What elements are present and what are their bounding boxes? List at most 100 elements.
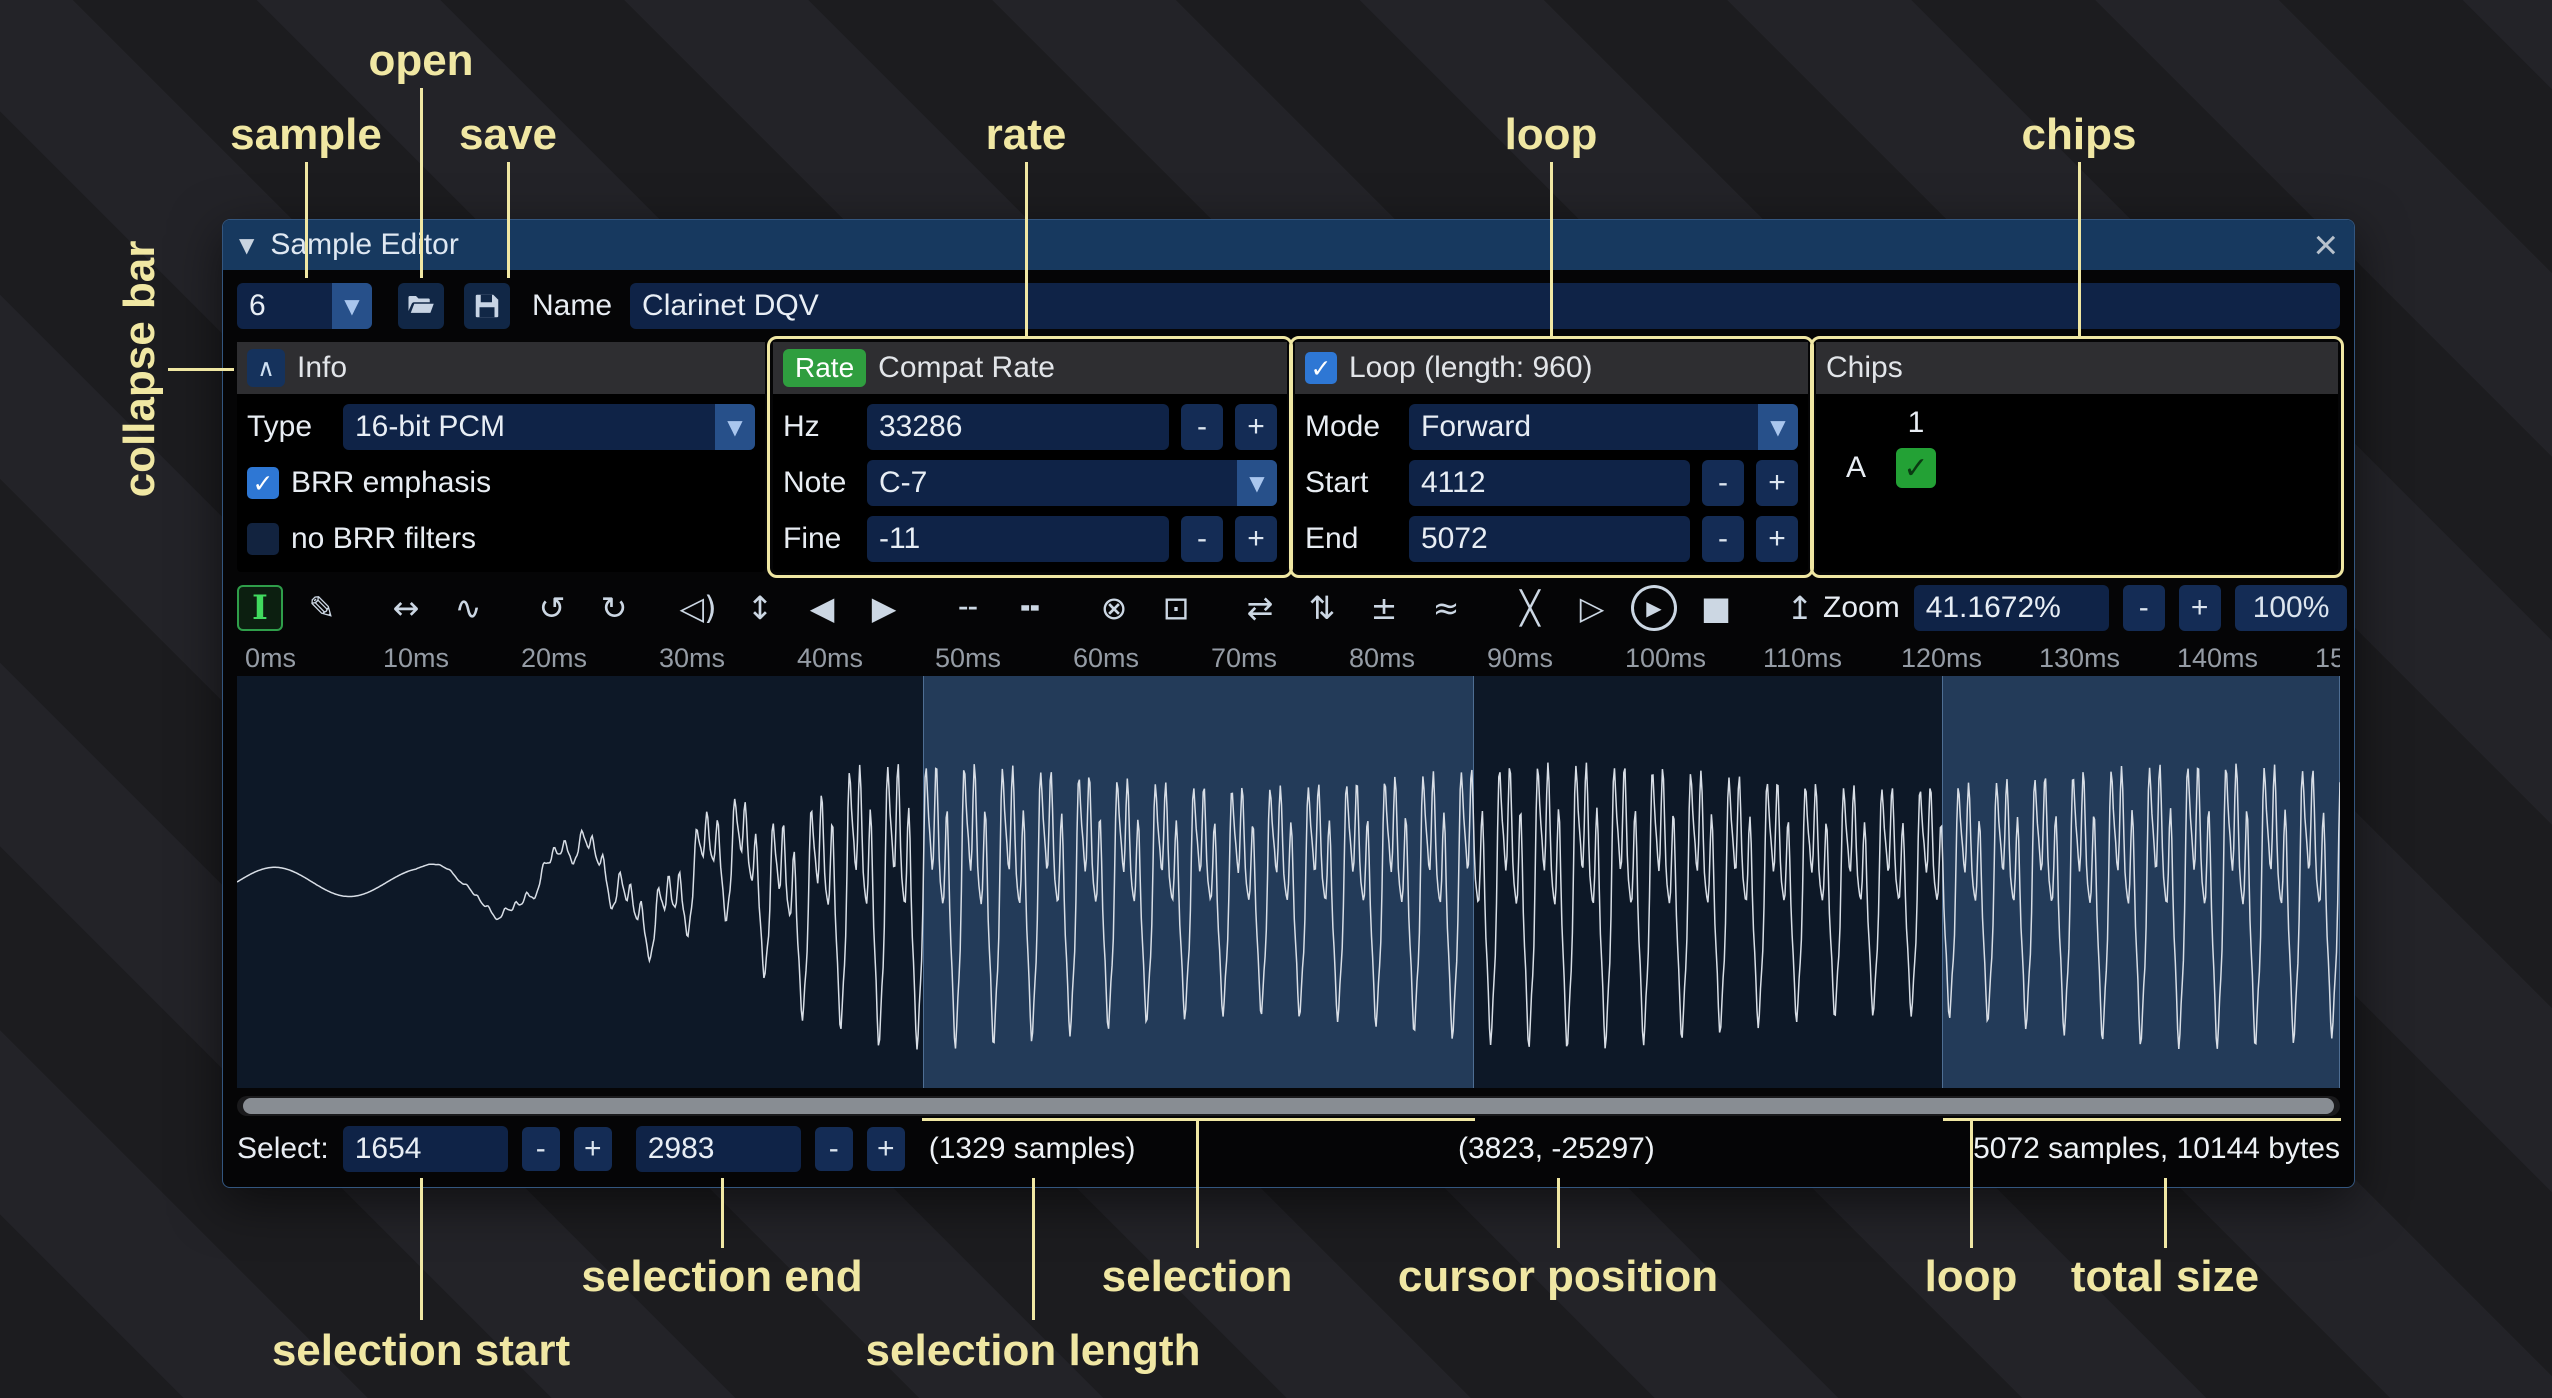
annotation-loop-bottom: loop	[1925, 1252, 2018, 1302]
toolbar-icons: I ✎ ↔ ∿ ↺ ↻ ◁) ↕ ◀ ▶	[237, 585, 1823, 631]
loop-start-minus-button[interactable]: -	[1702, 460, 1744, 506]
rate-tag: Rate	[783, 349, 866, 387]
brr-emphasis-checkbox[interactable]	[247, 467, 279, 499]
fine-minus-button[interactable]: -	[1181, 516, 1223, 562]
filter-button[interactable]: ≈	[1423, 585, 1469, 631]
insert-silence-button[interactable]: ╌	[945, 585, 991, 631]
zoom-reset-button[interactable]: 100%	[2235, 585, 2348, 631]
checkbox-row[interactable]: no BRR filters	[247, 514, 755, 564]
save-button[interactable]	[464, 283, 510, 329]
delete-button[interactable]: ⊗	[1091, 585, 1137, 631]
loop-end-plus-button[interactable]: +	[1756, 516, 1798, 562]
window-collapse-icon[interactable]: ▼	[239, 233, 254, 257]
loop-start-plus-button[interactable]: +	[1756, 460, 1798, 506]
chevron-down-icon[interactable]: ▼	[715, 404, 755, 450]
close-icon[interactable]: ×	[2313, 224, 2338, 266]
annotation-open: open	[368, 36, 473, 86]
hz-minus-button[interactable]: -	[1181, 404, 1223, 450]
apply-silence-button[interactable]: ╍	[1007, 585, 1053, 631]
selection-end-minus-button[interactable]: -	[815, 1127, 853, 1171]
selection-end-input[interactable]	[636, 1126, 801, 1172]
fade-in-button[interactable]: ◀	[799, 585, 845, 631]
selection-start-minus-button[interactable]: -	[522, 1127, 560, 1171]
annotation-line-rate	[1025, 162, 1028, 338]
checkbox-row[interactable]: BRR emphasis	[247, 458, 755, 508]
annotation-line-selection-start	[420, 1178, 423, 1320]
fine-label: Fine	[783, 522, 855, 556]
selection-end-plus-button[interactable]: +	[867, 1127, 905, 1171]
draw-mode-button[interactable]: ✎	[299, 585, 345, 631]
chevron-down-icon[interactable]: ▼	[1758, 404, 1798, 450]
trim-button[interactable]: ⊡	[1153, 585, 1199, 631]
reverse-button[interactable]: ⇄	[1237, 585, 1283, 631]
window-titlebar[interactable]: ▼ Sample Editor ×	[223, 220, 2354, 270]
annotation-line-open	[420, 88, 423, 278]
no-brr-filters-checkbox[interactable]	[247, 523, 279, 555]
annotation-rate: rate	[986, 110, 1067, 160]
fine-plus-button[interactable]: +	[1235, 516, 1277, 562]
sample-selector[interactable]: 6 ▼	[237, 283, 372, 329]
chips-panel-title: Chips	[1826, 351, 1903, 385]
window-title: Sample Editor	[270, 228, 458, 262]
open-button[interactable]	[398, 283, 444, 329]
play-button[interactable]: ▶	[1631, 585, 1677, 631]
sample-type-selector[interactable]: 16-bit PCM ▼	[343, 404, 755, 450]
checkbox-label: BRR emphasis	[291, 466, 491, 500]
chip-column-header: 1	[1908, 406, 1925, 440]
import-button[interactable]: ↥	[1777, 585, 1823, 631]
chip-a-checkbox[interactable]	[1896, 448, 1936, 488]
note-value: C-7	[867, 466, 927, 500]
zoom-out-button[interactable]: -	[2123, 585, 2165, 631]
waveform-scrollbar[interactable]	[237, 1096, 2340, 1116]
preview-button[interactable]: ▷	[1569, 585, 1615, 631]
chevron-down-icon[interactable]: ▼	[332, 283, 372, 329]
annotation-line-loop-bottom	[1970, 1118, 1973, 1248]
ruler-label: 100ms	[1617, 643, 1755, 674]
chip-row-label: A	[1846, 451, 1866, 485]
annotation-selection-start: selection start	[272, 1326, 570, 1376]
loop-enable-checkbox[interactable]	[1305, 352, 1337, 384]
ruler-label: 150ms	[2307, 643, 2340, 674]
normalize-button[interactable]: ↕	[737, 585, 783, 631]
scrollbar-thumb[interactable]	[243, 1098, 2334, 1114]
loop-mode-selector[interactable]: Forward ▼	[1409, 404, 1798, 450]
sample-header-row: 6 ▼ Name	[237, 282, 2340, 330]
collapse-bar-button[interactable]: ∧	[247, 349, 285, 387]
selection-start-input[interactable]	[343, 1126, 508, 1172]
folder-open-icon	[406, 291, 436, 321]
select-mode-button[interactable]: I	[237, 585, 283, 631]
zoom-input[interactable]	[1914, 585, 2109, 631]
invert-button[interactable]: ⇅	[1299, 585, 1345, 631]
waveform-display[interactable]	[237, 676, 2340, 1088]
amplify-button[interactable]: ◁)	[675, 585, 721, 631]
annotation-line-sample	[305, 162, 308, 278]
loop-end-minus-button[interactable]: -	[1702, 516, 1744, 562]
loop-end-input[interactable]	[1409, 516, 1690, 562]
annotation-line-chips	[2078, 162, 2081, 338]
fade-out-button[interactable]: ▶	[861, 585, 907, 631]
chips-grid: 1 A	[1816, 394, 2338, 500]
fine-input[interactable]	[867, 516, 1169, 562]
hz-plus-button[interactable]: +	[1235, 404, 1277, 450]
type-label: Type	[247, 410, 331, 444]
hz-input[interactable]	[867, 404, 1169, 450]
annotation-selection: selection	[1102, 1252, 1293, 1302]
undo-button[interactable]: ↺	[529, 585, 575, 631]
resize-button[interactable]: ↔	[383, 585, 429, 631]
crossfade-button[interactable]: ╳	[1507, 585, 1553, 631]
chevron-down-icon[interactable]: ▼	[1237, 460, 1277, 506]
note-selector[interactable]: C-7 ▼	[867, 460, 1277, 506]
ruler-label: 0ms	[237, 643, 375, 674]
zoom-in-button[interactable]: +	[2179, 585, 2221, 631]
sample-name-input[interactable]	[630, 283, 2340, 329]
signed-unsigned-button[interactable]: ±	[1361, 585, 1407, 631]
stop-button[interactable]: ■	[1693, 585, 1739, 631]
annotation-line-selection-end	[721, 1178, 724, 1248]
loop-start-input[interactable]	[1409, 460, 1690, 506]
resample-button[interactable]: ∿	[445, 585, 491, 631]
redo-button[interactable]: ↻	[591, 585, 637, 631]
ruler-label: 110ms	[1755, 643, 1893, 674]
annotation-save: save	[459, 110, 557, 160]
selection-start-plus-button[interactable]: +	[574, 1127, 612, 1171]
name-label: Name	[532, 289, 612, 323]
